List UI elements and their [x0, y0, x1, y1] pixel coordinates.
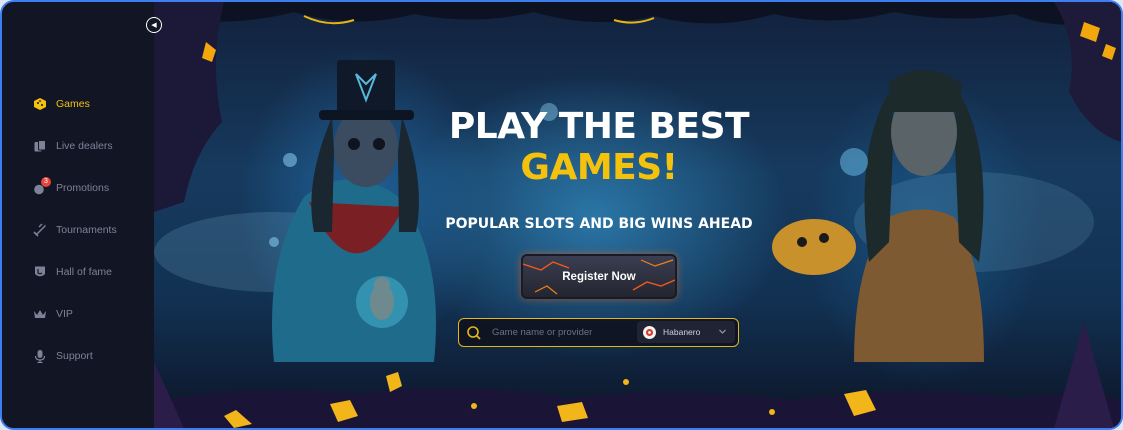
cards-icon [33, 139, 47, 153]
promotions-badge: 3 [41, 177, 51, 187]
sidebar-item-live-dealers[interactable]: Live dealers [33, 136, 113, 156]
sidebar-item-promotions[interactable]: 3 Promotions [33, 177, 110, 198]
crown-icon [33, 307, 47, 321]
hero-banner: PLAY THE BEST GAMES! POPULAR SLOTS AND B… [154, 2, 1121, 428]
register-now-label: Register Now [562, 270, 636, 283]
game-search-bar: Habanero [458, 318, 739, 347]
search-input[interactable] [490, 326, 634, 339]
collapse-sidebar-button[interactable]: ◀ [146, 17, 162, 33]
sidebar-item-label: Tournaments [56, 224, 117, 236]
sidebar-item-vip[interactable]: VIP [33, 304, 73, 324]
sidebar-item-label: VIP [56, 308, 73, 320]
app-frame: Games Live dealers 3 Promotions Tourname… [0, 0, 1123, 430]
dice-icon [33, 97, 47, 111]
sidebar-item-label: Games [56, 98, 90, 110]
bomb-icon: 3 [33, 177, 51, 195]
register-now-button[interactable]: Register Now [521, 254, 677, 299]
provider-selected: Habanero [663, 327, 701, 337]
sidebar-item-label: Hall of fame [56, 266, 113, 278]
habanero-logo-icon [643, 325, 656, 339]
sidebar: Games Live dealers 3 Promotions Tourname… [2, 2, 154, 428]
search-icon [466, 325, 482, 341]
collapse-left-icon: ◀ [151, 22, 157, 29]
hero-artwork [154, 2, 1121, 428]
crest-icon [33, 265, 47, 279]
hero-subtitle: POPULAR SLOTS AND BIG WINS AHEAD [445, 216, 753, 232]
sidebar-item-label: Promotions [56, 182, 110, 194]
swords-icon [33, 223, 47, 237]
sidebar-item-games[interactable]: Games [33, 94, 90, 114]
sidebar-item-support[interactable]: Support [33, 346, 93, 366]
sidebar-item-label: Support [56, 350, 93, 362]
sidebar-item-label: Live dealers [56, 140, 113, 152]
sidebar-item-tournaments[interactable]: Tournaments [33, 220, 117, 240]
sidebar-item-hall-of-fame[interactable]: Hall of fame [33, 262, 112, 282]
provider-dropdown[interactable]: Habanero [637, 321, 735, 343]
microphone-icon [33, 349, 47, 363]
chevron-down-icon [719, 329, 726, 334]
hero-title-line2: GAMES! [520, 147, 678, 188]
hero-title-line1: PLAY THE BEST [448, 106, 750, 147]
